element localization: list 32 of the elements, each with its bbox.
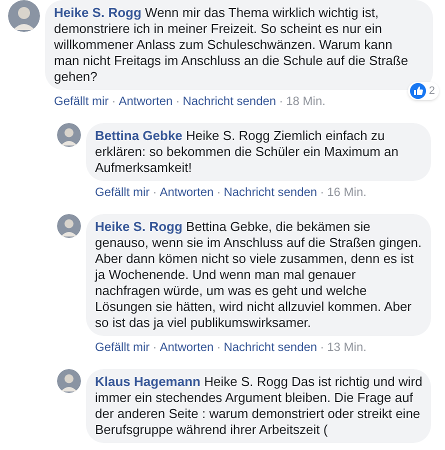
action-link[interactable]: Nachricht senden <box>224 339 318 355</box>
action-link[interactable]: Antworten <box>118 93 173 109</box>
comment-text: Klaus Hagemann Heike S. Rogg Das ist richtig und wird immer ein stechendes Argument bleiben. Die Frage auf der anderen Seite : warum demonstriert oder streikt eine Berufsgruppe während ihrer Arbeitszeit ( <box>95 374 423 438</box>
avatar-icon[interactable] <box>8 0 40 32</box>
author-link[interactable]: Heike S. Rogg <box>54 5 142 20</box>
action-link[interactable]: Nachricht senden <box>182 93 276 109</box>
comment-text: Heike S. Rogg Wenn mir das Thema wirklich wichtig ist, demonstriere ich in meiner Freizeit. So scheint es nur ein willkommener Anlass zum Schuleschwänzen. Warum kann man nicht Freitags im Anschluss an die Schule auf die Straße gehen? <box>54 5 410 85</box>
separator-dot: · <box>320 184 324 200</box>
comment-text: Heike S. Rogg Bettina Gebke, die bekämen sie genauso, wenn sie im Anschluss auf die Straßen gingen. Aber dann kömen nicht so viele zusammen, denn es ist ja Wochenende. Und wenn man mal genauer nachfragen würde, um was es geht und welche Lösungen sie hätten, wird nicht allzuviel kommen. Aber so ist das ja viel publikumswirksamer. <box>95 219 423 331</box>
avatar-icon[interactable] <box>57 369 81 393</box>
separator-dot: · <box>112 93 116 109</box>
avatar-icon[interactable] <box>57 214 81 238</box>
separator-dot: · <box>279 93 284 109</box>
author-link[interactable]: Heike S. Rogg <box>95 219 182 234</box>
action-link[interactable]: Gefällt mir <box>95 339 150 355</box>
action-link[interactable]: Antworten <box>160 339 214 355</box>
action-link[interactable]: Antworten <box>160 184 214 200</box>
avatar-icon[interactable] <box>57 123 81 147</box>
separator-dot: · <box>176 93 180 109</box>
separator-dot: · <box>152 339 157 355</box>
comment-text: Bettina Gebke Heike S. Rogg Ziemlich einfach zu erklären: so bekommen die Schüler ein Maximum an Aufmerksamkeit! <box>95 128 400 176</box>
separator-dot: · <box>216 339 221 355</box>
author-link[interactable]: Bettina Gebke <box>95 128 182 143</box>
separator-dot: · <box>320 339 324 355</box>
reaction-number: 2 <box>428 84 436 98</box>
separator-dot: · <box>152 184 157 200</box>
separator-dot: · <box>216 184 221 200</box>
action-link[interactable]: Nachricht senden <box>224 184 318 200</box>
author-link[interactable]: Klaus Hagemann <box>95 374 200 389</box>
like-icon <box>410 82 426 99</box>
action-link[interactable]: Gefällt mir <box>95 184 150 200</box>
action-link[interactable]: Gefällt mir <box>54 93 109 109</box>
